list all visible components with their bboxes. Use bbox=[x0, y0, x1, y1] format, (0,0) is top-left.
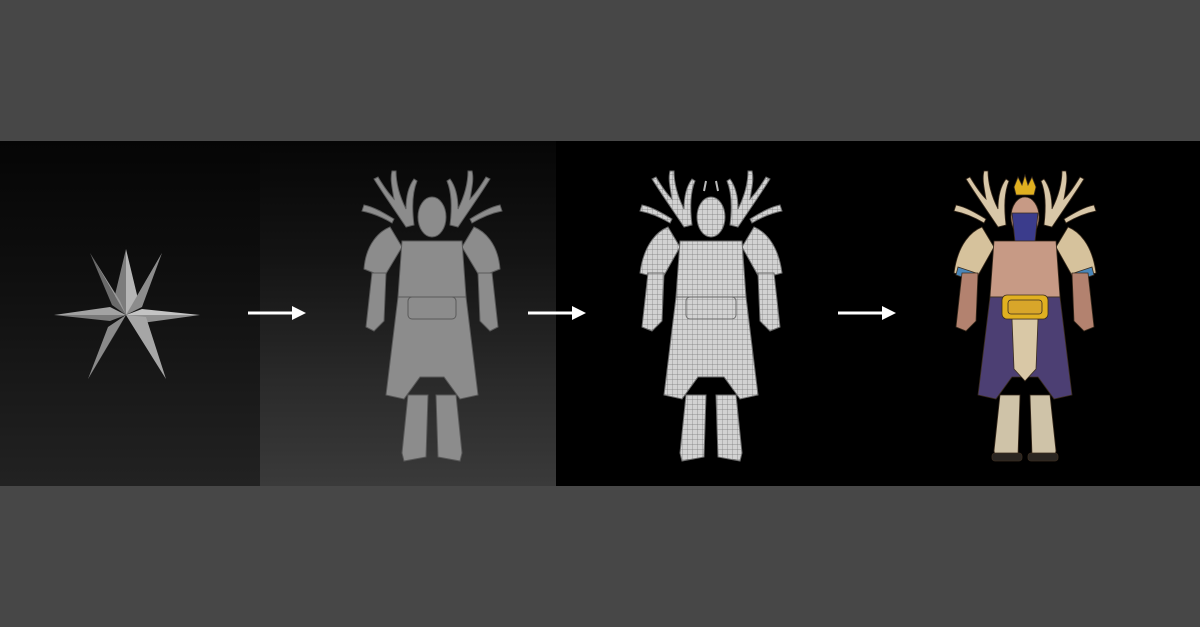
page bbox=[0, 0, 1200, 627]
arrow-right-icon bbox=[528, 306, 586, 320]
pipeline-strip bbox=[0, 141, 1200, 486]
clay-sculpt-figure bbox=[361, 170, 503, 462]
textured-figure bbox=[953, 170, 1097, 462]
wireframe-figure bbox=[639, 170, 783, 462]
arrow-right-icon bbox=[838, 306, 896, 320]
star-icon bbox=[54, 249, 200, 379]
arrow-right-icon bbox=[248, 306, 306, 320]
